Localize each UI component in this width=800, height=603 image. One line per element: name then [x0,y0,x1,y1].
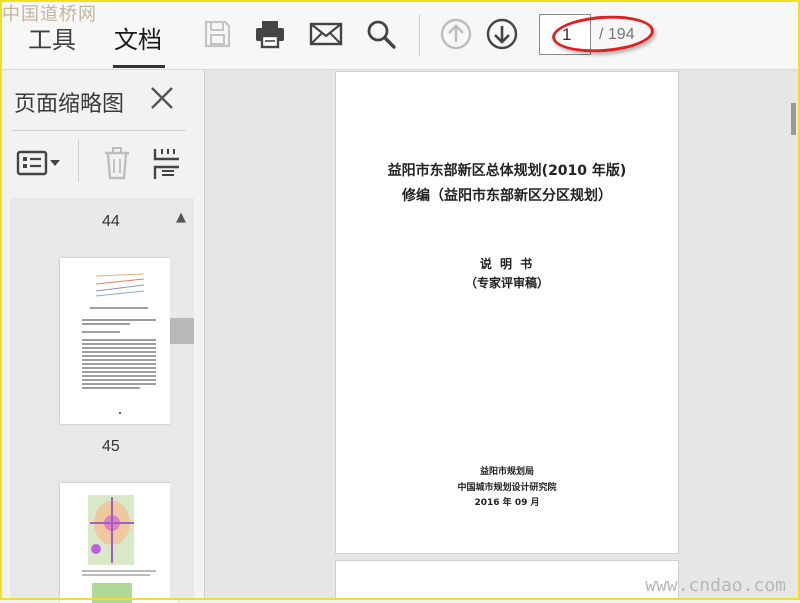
search-button[interactable] [363,16,399,52]
document-org1: 益阳市规划局 [479,467,534,477]
print-icon [256,21,284,49]
active-tab-indicator [113,65,165,68]
document-org2: 中国城市规划设计研究院 [457,483,557,493]
next-page-button[interactable] [484,16,520,52]
page-thumbnail[interactable] [60,258,178,424]
panel-title: 页面缩略图 [14,92,125,117]
document-subtitle2: （专家评审稿） [464,276,549,290]
page-number-input[interactable] [539,14,591,55]
watermark-bottom: www.cndao.com [645,575,786,596]
panel-tool-separator [78,140,79,182]
document-title-line1: 益阳市东部新区总体规划(2010 年版) [387,163,627,179]
page-label-44: 44 [102,213,120,230]
document-scrollbar-thumb[interactable] [791,103,796,135]
save-button[interactable] [199,16,235,52]
top-toolbar: 工具 文档 1 / 194 [2,2,798,70]
search-icon [367,20,396,49]
print-button[interactable] [252,16,288,52]
document-view: 益阳市东部新区总体规划(2010 年版) 修编（益阳市东部新区分区规划） 说 明… [205,70,798,598]
email-icon [309,22,343,46]
email-button[interactable] [308,16,344,52]
document-page: 益阳市东部新区总体规划(2010 年版) 修编（益阳市东部新区分区规划） 说 明… [335,71,679,554]
arrow-up-icon [440,18,472,50]
toolbar-separator [419,14,420,56]
options-menu-icon [16,150,60,176]
thumbnail-list: 44 45 [10,198,178,603]
close-panel-button[interactable] [148,84,176,112]
page-thumbnail-content [82,273,156,414]
page-thumbnail-map [82,495,156,603]
extract-page-button[interactable] [152,145,182,181]
arrow-down-icon [486,18,518,50]
tab-document[interactable]: 文档 [114,20,162,55]
save-icon [204,20,231,48]
panel-divider [12,130,186,131]
document-title-line2: 修编（益阳市东部新区分区规划） [402,188,612,204]
document-subtitle: 说 明 书 [479,257,535,271]
total-pages-label: / 194 [599,26,635,43]
previous-page-button[interactable] [438,16,474,52]
watermark-top: 中国道桥网 [2,4,97,25]
next-document-page [335,560,679,598]
trash-icon [105,147,129,180]
thumbnail-options-button[interactable] [16,145,62,181]
page-thumbnail[interactable] [60,483,178,603]
page-label-45: 45 [102,438,120,455]
scrollbar-thumb[interactable] [170,318,194,344]
document-date: 2016 年 09 月 [474,498,540,508]
scroll-up-icon[interactable]: ▲ [176,210,186,225]
extract-page-icon [153,149,179,179]
close-icon [151,87,173,109]
thumbnail-panel: 页面缩略图 44 45 ▲ [2,70,205,603]
thumbnail-scrollbar[interactable] [170,198,194,598]
delete-page-button[interactable] [102,145,132,181]
